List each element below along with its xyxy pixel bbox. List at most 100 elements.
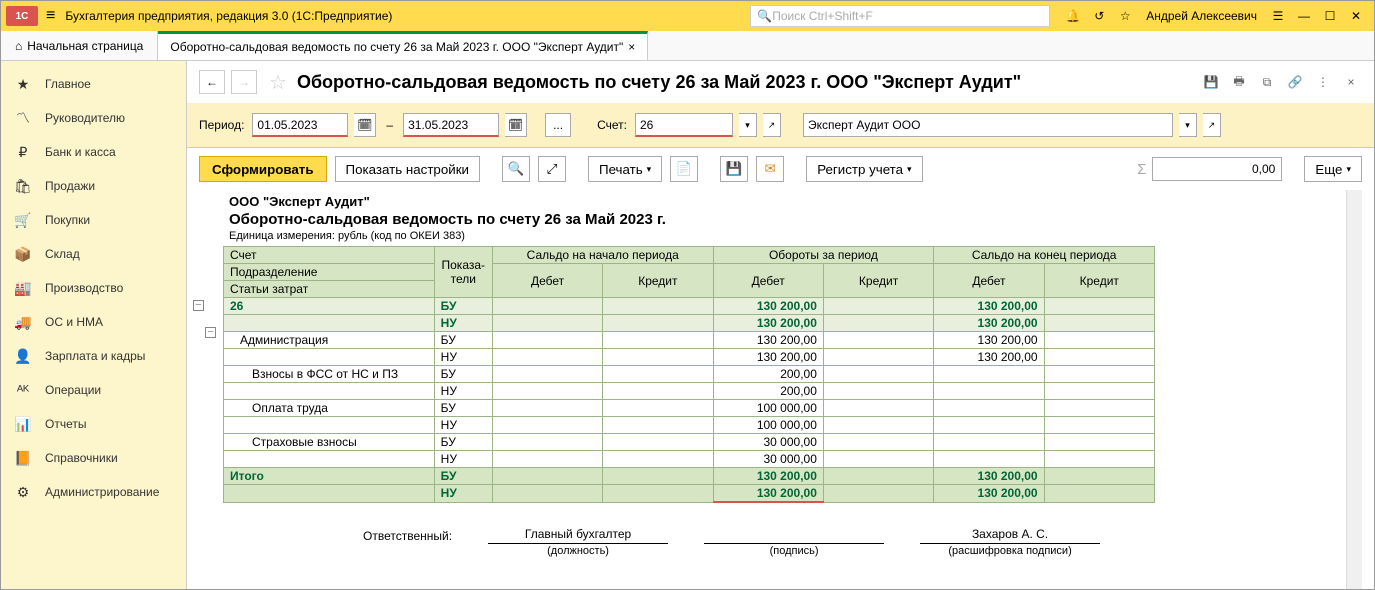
sigma-icon: Σ <box>1137 161 1146 178</box>
vertical-scrollbar[interactable] <box>1346 190 1362 589</box>
sidebar-item-10[interactable]: 📊Отчеты <box>1 407 186 441</box>
export-button[interactable]: 📄 <box>670 156 698 182</box>
range-separator: – <box>386 118 393 132</box>
date-from-input[interactable]: 01.05.2023 <box>252 113 348 137</box>
sidebar-label-9: Операции <box>45 383 101 397</box>
sidebar-label-0: Главное <box>45 77 91 91</box>
print-icon[interactable]: 🖶 <box>1228 71 1250 93</box>
sidebar-item-6[interactable]: 🏭Производство <box>1 271 186 305</box>
user-name[interactable]: Андрей Алексеевич <box>1146 9 1257 23</box>
report-area: − − ООО "Эксперт Аудит" Оборотно-сальдов… <box>187 190 1374 589</box>
signer-name-label: (расшифровка подписи) <box>920 543 1100 557</box>
table-row: Оплата трудаБУ100 000,00 <box>224 400 1155 417</box>
save-icon[interactable]: 💾 <box>1200 71 1222 93</box>
more-icon[interactable]: ⋮ <box>1312 71 1334 93</box>
sidebar-item-11[interactable]: 📙Справочники <box>1 441 186 475</box>
sidebar-item-12[interactable]: ⚙Администрирование <box>1 475 186 509</box>
link-icon[interactable]: 🔗 <box>1284 71 1306 93</box>
sidebar-item-4[interactable]: 🛒Покупки <box>1 203 186 237</box>
position-label: (должность) <box>488 543 668 557</box>
account-dropdown-icon[interactable]: ▾ <box>739 113 757 137</box>
table-row: ИтогоБУ130 200,00130 200,00 <box>224 468 1155 485</box>
search-placeholder: Поиск Ctrl+Shift+F <box>772 9 873 23</box>
expand-button[interactable]: ⤢ <box>538 156 566 182</box>
th-saldo-end: Сальдо на конец периода <box>934 247 1155 264</box>
close-icon[interactable]: ✕ <box>1343 3 1369 29</box>
th-credit-1: Кредит <box>603 264 713 298</box>
report-title: Оборотно-сальдовая ведомость по счету 26… <box>223 209 1346 230</box>
organization-input[interactable]: Эксперт Аудит ООО <box>803 113 1173 137</box>
titlebar: 1C ≡ Бухгалтерия предприятия, редакция 3… <box>1 1 1374 31</box>
menu-icon[interactable]: ≡ <box>46 7 55 25</box>
parameter-bar: Период: 01.05.2023 🗓 – 31.05.2023 🗓 ... … <box>187 103 1374 148</box>
forward-button[interactable]: → <box>231 70 257 94</box>
report-table: Счет Показа- тели Сальдо на начало перио… <box>223 246 1155 503</box>
settings-icon[interactable]: ⧉ <box>1256 71 1278 93</box>
app-logo: 1C <box>6 6 38 26</box>
maximize-icon[interactable]: ☐ <box>1317 3 1343 29</box>
sidebar-item-5[interactable]: 📦Склад <box>1 237 186 271</box>
more-button[interactable]: Еще ▾ <box>1304 156 1362 182</box>
account-input[interactable]: 26 <box>635 113 733 137</box>
sidebar-icon-9: ᴬᴷ <box>15 382 31 398</box>
page-close-icon[interactable]: × <box>1340 71 1362 93</box>
print-button[interactable]: Печать ▾ <box>588 156 662 182</box>
table-row: НУ100 000,00 <box>224 417 1155 434</box>
sidebar-item-2[interactable]: ₽Банк и касса <box>1 135 186 169</box>
table-row: НУ130 200,00130 200,00 <box>224 315 1155 332</box>
date-to-input[interactable]: 31.05.2023 <box>403 113 499 137</box>
tab-home[interactable]: ⌂ Начальная страница <box>1 31 158 60</box>
sidebar-icon-0: ★ <box>15 76 31 92</box>
tab-report[interactable]: Оборотно-сальдовая ведомость по счету 26… <box>158 31 648 60</box>
table-row: Страховые взносыБУ30 000,00 <box>224 434 1155 451</box>
email-button[interactable]: ✉ <box>756 156 784 182</box>
table-row: Взносы в ФСС от НС и ПЗБУ200,00 <box>224 366 1155 383</box>
tree-gutter: − − <box>191 190 223 589</box>
bell-icon[interactable]: 🔔 <box>1060 3 1086 29</box>
sidebar-label-6: Производство <box>45 281 123 295</box>
user-menu-icon[interactable]: ☰ <box>1265 3 1291 29</box>
show-settings-button[interactable]: Показать настройки <box>335 156 480 182</box>
sidebar-icon-8: 👤 <box>15 348 31 364</box>
period-picker-button[interactable]: ... <box>545 113 571 137</box>
th-debit-1: Дебет <box>492 264 602 298</box>
sidebar-label-1: Руководителю <box>45 111 125 125</box>
tree-collapse-2[interactable]: − <box>205 327 216 338</box>
generate-button[interactable]: Сформировать <box>199 156 327 182</box>
minimize-icon[interactable]: — <box>1291 3 1317 29</box>
sidebar-item-9[interactable]: ᴬᴷ Операции <box>1 373 186 407</box>
sidebar-label-2: Банк и касса <box>45 145 116 159</box>
back-button[interactable]: ← <box>199 70 225 94</box>
sidebar-label-10: Отчеты <box>45 417 86 431</box>
find-button[interactable]: 🔍 <box>502 156 530 182</box>
tree-collapse-1[interactable]: − <box>193 300 204 311</box>
calendar-to-icon[interactable]: 🗓 <box>505 113 527 137</box>
account-open-icon[interactable]: ↗ <box>763 113 781 137</box>
th-subdivision: Подразделение <box>224 264 435 281</box>
th-credit-3: Кредит <box>1044 264 1154 298</box>
history-icon[interactable]: ↺ <box>1086 3 1112 29</box>
sidebar-item-0[interactable]: ★ Главное <box>1 67 186 101</box>
org-dropdown-icon[interactable]: ▾ <box>1179 113 1197 137</box>
sidebar-item-3[interactable]: 🛍Продажи <box>1 169 186 203</box>
account-label: Счет: <box>597 118 627 132</box>
org-open-icon[interactable]: ↗ <box>1203 113 1221 137</box>
sidebar-item-1[interactable]: 〽Руководителю <box>1 101 186 135</box>
table-row: АдминистрацияБУ130 200,00130 200,00 <box>224 332 1155 349</box>
tab-close-icon[interactable]: × <box>628 40 635 54</box>
sidebar-item-8[interactable]: 👤Зарплата и кадры <box>1 339 186 373</box>
table-row: НУ130 200,00130 200,00 <box>224 485 1155 503</box>
star-icon[interactable]: ☆ <box>1112 3 1138 29</box>
sidebar-icon-12: ⚙ <box>15 484 31 500</box>
signature-value <box>704 527 884 543</box>
content-area: ← → ☆ Оборотно-сальдовая ведомость по сч… <box>187 61 1374 589</box>
tab-report-label: Оборотно-сальдовая ведомость по счету 26… <box>170 40 623 54</box>
favorite-icon[interactable]: ☆ <box>269 70 287 95</box>
register-button[interactable]: Регистр учета ▾ <box>806 156 922 182</box>
responsible-label: Ответственный: <box>363 527 452 557</box>
global-search-input[interactable]: 🔍 Поиск Ctrl+Shift+F <box>750 5 1050 27</box>
tabbar: ⌂ Начальная страница Оборотно-сальдовая … <box>1 31 1374 61</box>
sidebar-item-7[interactable]: 🚚ОС и НМА <box>1 305 186 339</box>
save-report-button[interactable]: 💾 <box>720 156 748 182</box>
calendar-from-icon[interactable]: 🗓 <box>354 113 376 137</box>
